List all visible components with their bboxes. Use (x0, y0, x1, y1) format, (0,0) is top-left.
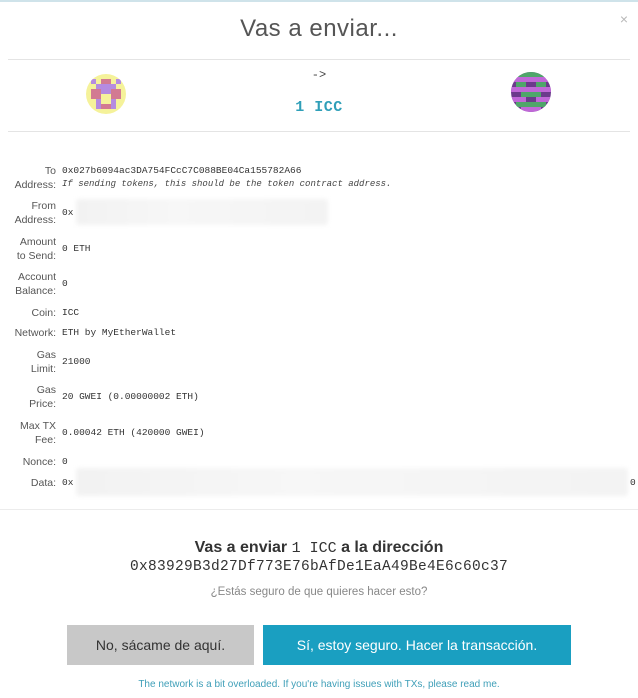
max-fee-label-2: Fee: (34, 434, 56, 446)
amount-label-2: to Send: (16, 250, 56, 262)
gas-price-label: Gas (36, 384, 56, 396)
send-confirmation-modal: × Vas a enviar... -> 1 ICC To Address: 0… (0, 0, 638, 698)
balance-label: Account (18, 271, 56, 283)
gas-limit-label: Gas (36, 349, 56, 361)
divider (8, 131, 630, 132)
amount-value: 0 ETH (62, 243, 91, 254)
confirm-transaction-button[interactable]: Sí, estoy seguro. Hacer la transacción. (263, 625, 571, 665)
max-fee-label: Max TX (20, 420, 56, 432)
recipient-identicon (511, 72, 551, 112)
from-label: From (31, 200, 57, 212)
cancel-button[interactable]: No, sácame de aquí. (67, 625, 254, 665)
confirmation-prefix: Vas a enviar (194, 539, 288, 556)
from-address-value: 0x (62, 207, 74, 218)
modal-title: Vas a enviar... (240, 15, 398, 42)
redacted-blur (76, 199, 328, 225)
amount-label: Amount (19, 236, 56, 248)
to-label-2: Address: (14, 179, 56, 191)
gas-limit-label-2: Limit: (30, 363, 56, 375)
confirmation-section (0, 509, 638, 698)
gas-price-label-2: Price: (29, 398, 56, 410)
confirmation-question: ¿Estás seguro de que quieres hacer esto? (210, 586, 428, 598)
confirmation-amount: 1 ICC (291, 540, 337, 557)
data-value: 0x (62, 477, 74, 488)
data-value-tail: 0 (630, 477, 636, 488)
gas-limit-value: 21000 (62, 356, 91, 367)
max-fee-value: 0.00042 ETH (420000 GWEI) (62, 427, 205, 438)
to-address-value: 0x027b6094ac3DA754FCcC7C088BE04Ca155782A… (62, 165, 302, 176)
from-label-2: Address: (14, 214, 56, 226)
nonce-value: 0 (62, 456, 68, 467)
network-value: ETH by MyEtherWallet (62, 327, 177, 338)
balance-value: 0 (62, 278, 68, 289)
data-label: Data: (30, 477, 56, 489)
confirmation-summary: Vas a enviar 1 ICC a la dirección (0, 539, 638, 557)
redacted-blur (76, 468, 628, 496)
coin-label: Coin: (31, 307, 56, 319)
gas-price-value: 20 GWEI (0.00000002 ETH) (62, 391, 199, 402)
nonce-label: Nonce: (22, 456, 56, 468)
to-label: To (44, 165, 56, 177)
to-address-hint: If sending tokens, this should be the to… (62, 179, 392, 189)
divider (8, 59, 630, 60)
balance-label-2: Balance: (15, 285, 56, 297)
network-label: Network: (14, 327, 56, 339)
confirmation-suffix: a la dirección (341, 539, 444, 556)
network-notice-link[interactable]: The network is a bit overloaded. If you'… (0, 679, 638, 690)
coin-value: ICC (62, 307, 80, 318)
destination-address: 0x83929B3d27Df773E76bAfDe1EaA49Be4E6c60c… (129, 559, 509, 575)
